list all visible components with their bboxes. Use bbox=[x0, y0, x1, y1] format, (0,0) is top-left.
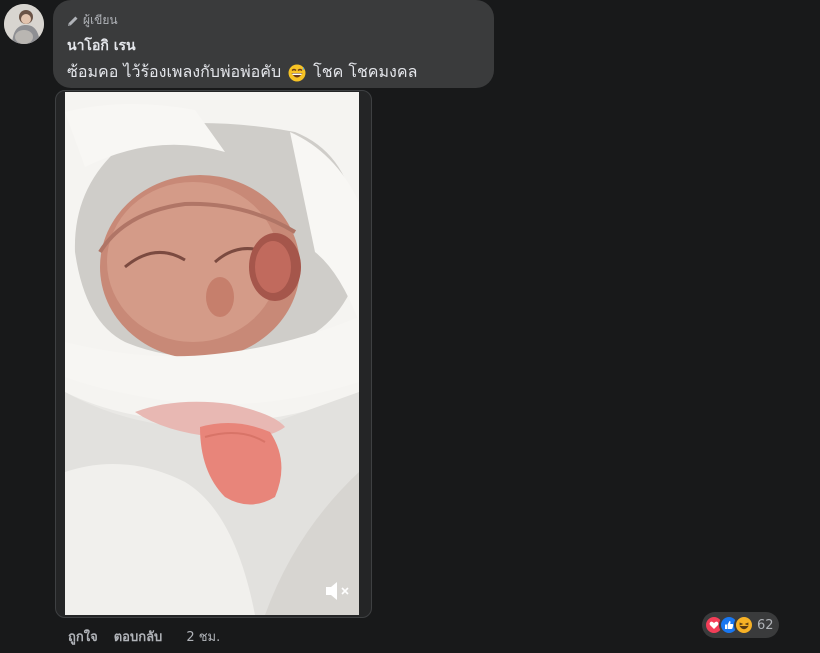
comment-text-part1: ซ้อมคอ ไว้ร้องเพลงกับพ่อพ่อคับ bbox=[67, 62, 282, 81]
avatar-photo bbox=[4, 4, 44, 44]
comment-text-part2: โชค โชคมงคล bbox=[313, 62, 418, 81]
comment-actions: ถูกใจ ตอบกลับ 2 ชม. bbox=[68, 626, 220, 647]
pencil-icon bbox=[68, 16, 78, 26]
commenter-avatar[interactable] bbox=[4, 4, 44, 44]
comment-bubble: ผู้เขียน นาโอกิ เรน ซ้อมคอ ไว้ร้องเพลงกั… bbox=[53, 0, 494, 88]
timestamp-link[interactable]: 2 ชม. bbox=[186, 626, 220, 647]
video-frame-image bbox=[65, 92, 359, 615]
commenter-name[interactable]: นาโอกิ เรน bbox=[67, 35, 136, 57]
video-attachment[interactable] bbox=[55, 90, 372, 618]
reactions-summary[interactable]: 62 bbox=[702, 612, 779, 638]
reaction-count: 62 bbox=[757, 617, 774, 633]
reply-link[interactable]: ตอบกลับ bbox=[114, 626, 163, 647]
like-link[interactable]: ถูกใจ bbox=[68, 626, 98, 647]
author-badge: ผู้เขียน bbox=[67, 11, 118, 30]
grinning-sweat-emoji-icon bbox=[288, 64, 306, 81]
haha-reaction-icon bbox=[734, 615, 754, 635]
author-badge-label: ผู้เขียน bbox=[83, 13, 118, 27]
video-player[interactable] bbox=[65, 92, 359, 615]
comment-text: ซ้อมคอ ไว้ร้องเพลงกับพ่อพ่อคับ โชค โชคมง… bbox=[67, 60, 417, 85]
comment-thread: ผู้เขียน นาโอกิ เรน ซ้อมคอ ไว้ร้องเพลงกั… bbox=[0, 0, 820, 653]
speaker-muted-icon[interactable] bbox=[323, 578, 353, 604]
